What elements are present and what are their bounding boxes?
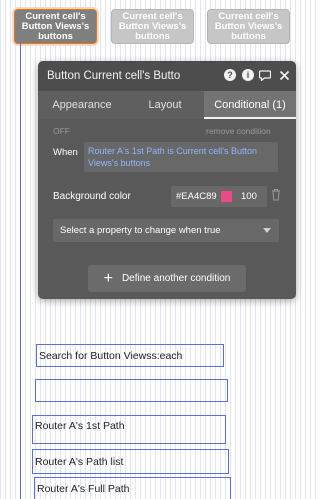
empty-input-element[interactable] [35, 379, 228, 402]
panel-tabs: Appearance Layout Conditional (1) [38, 91, 296, 119]
opacity-value[interactable]: 100 [241, 191, 257, 202]
define-another-condition-button[interactable]: + Define another condition [88, 265, 246, 292]
color-picker-field[interactable]: #EA4C89 100 [171, 186, 267, 207]
help-icon[interactable]: ? [224, 69, 236, 81]
when-label: When [53, 147, 78, 158]
info-icon[interactable]: i [242, 69, 254, 81]
property-select-placeholder: Select a property to change when true [60, 225, 221, 236]
chevron-down-icon [263, 228, 271, 233]
panel-title: Button Current cell's Butto [47, 70, 181, 82]
background-color-label: Background color [53, 191, 131, 202]
close-icon[interactable] [278, 69, 290, 81]
text-router-path-list[interactable]: Router A's Path list [32, 449, 229, 474]
current-cell-button-1[interactable]: Current cell's Button Views's buttons [14, 9, 97, 44]
trash-icon[interactable] [271, 188, 281, 202]
text-router-full-path[interactable]: Router A's Full Path [34, 477, 231, 499]
canvas-guide-line [20, 42, 21, 499]
property-editor-panel: Button Current cell's Butto ? i Appearan… [38, 61, 296, 299]
condition-off-label: OFF [53, 126, 70, 136]
tab-appearance[interactable]: Appearance [38, 91, 126, 119]
when-expression[interactable]: Router A's 1st Path is Current cell's Bu… [84, 142, 278, 172]
search-input-element[interactable]: Search for Button Viewss:each [36, 344, 224, 367]
current-cell-button-2[interactable]: Current cell's Button Views's buttons [111, 9, 194, 44]
color-swatch[interactable] [221, 191, 232, 202]
current-cell-button-3[interactable]: Current cell's Button Views's buttons [207, 9, 290, 44]
text-router-1st-path[interactable]: Router A's 1st Path [32, 415, 226, 444]
tab-layout[interactable]: Layout [126, 91, 204, 119]
plus-icon: + [103, 269, 113, 287]
define-another-condition-label: Define another condition [121, 273, 231, 284]
color-hex-value[interactable]: #EA4C89 [176, 191, 217, 202]
property-select[interactable]: Select a property to change when true [53, 219, 279, 242]
panel-header[interactable]: Button Current cell's Butto ? i [38, 61, 296, 91]
tab-conditional[interactable]: Conditional (1) [204, 91, 296, 119]
comment-icon[interactable] [259, 69, 271, 81]
remove-condition-link[interactable]: remove condition [206, 126, 271, 136]
